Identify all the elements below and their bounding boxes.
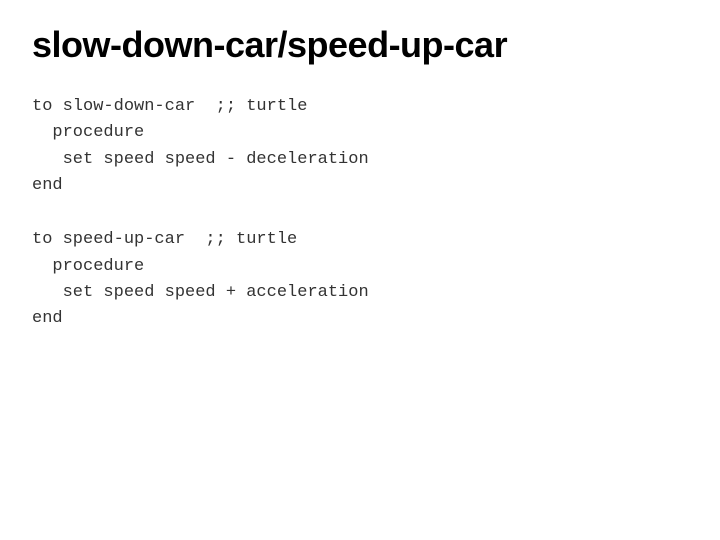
- page-container: slow-down-car/speed-up-car to slow-down-…: [0, 0, 720, 540]
- code-section-1: to slow-down-car ;; turtle procedure set…: [32, 94, 688, 199]
- code-block-2: to speed-up-car ;; turtle procedure set …: [32, 227, 688, 332]
- page-title: slow-down-car/speed-up-car: [32, 24, 688, 66]
- code-section-2: to speed-up-car ;; turtle procedure set …: [32, 227, 688, 332]
- code-block-1: to slow-down-car ;; turtle procedure set…: [32, 94, 688, 199]
